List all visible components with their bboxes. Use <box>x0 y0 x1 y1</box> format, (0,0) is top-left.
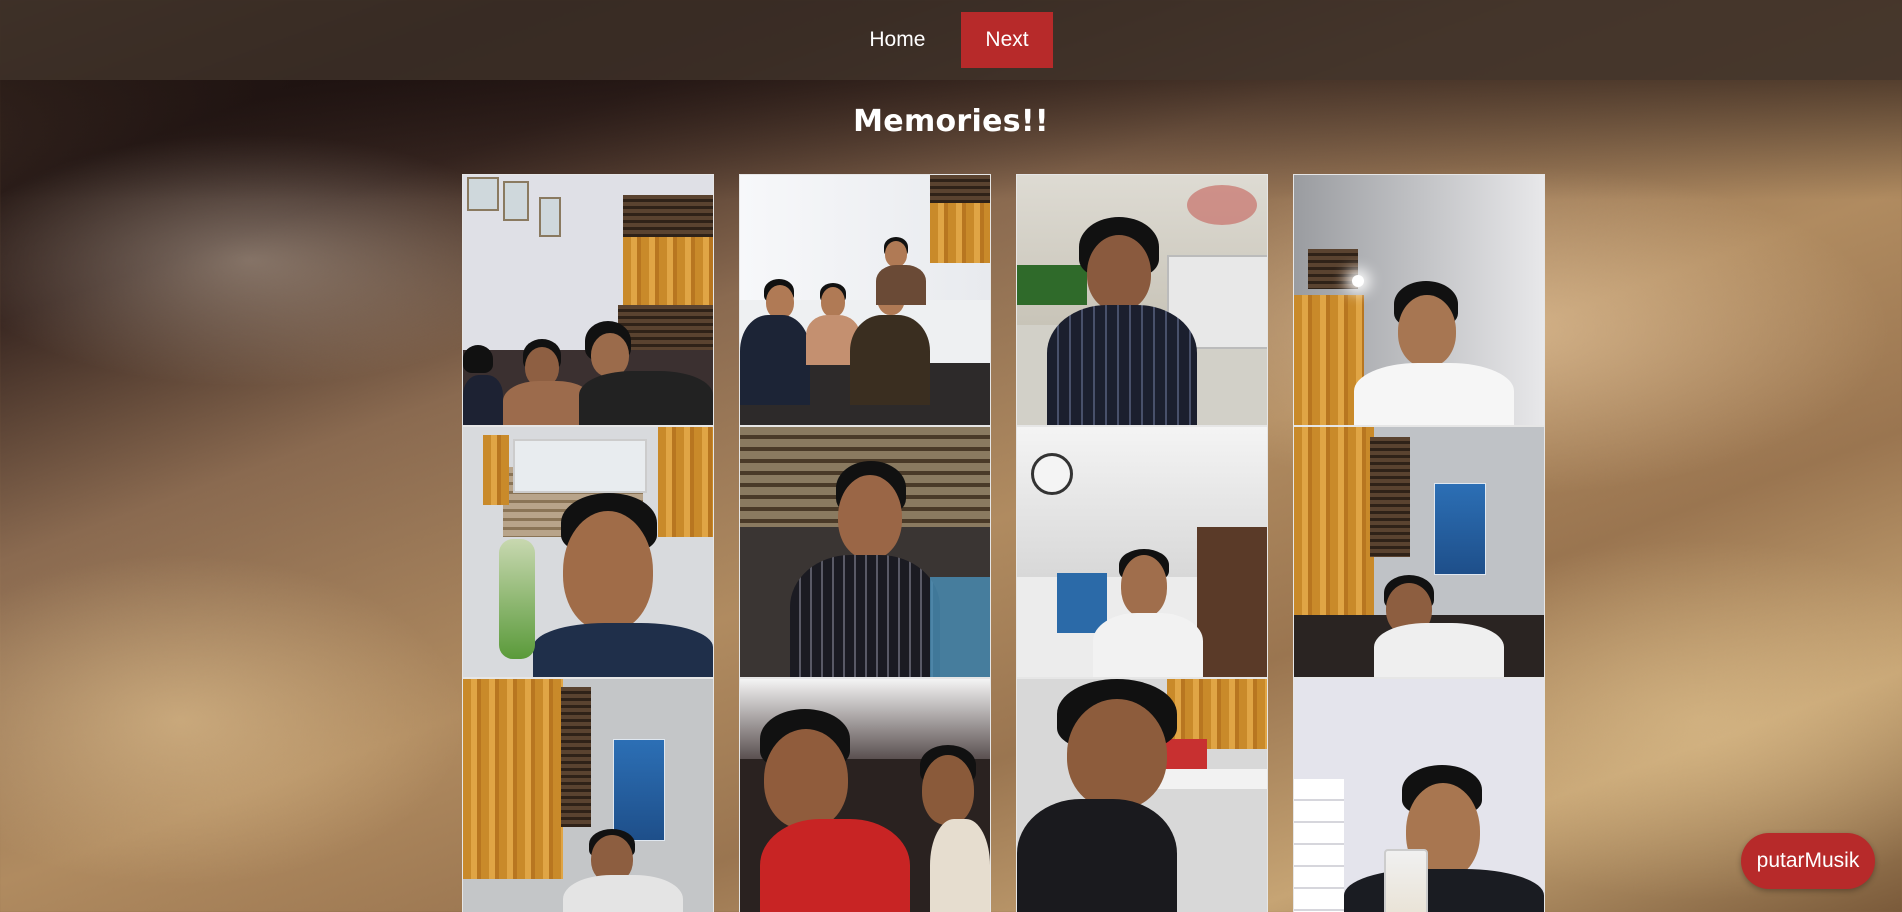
nav-home-link[interactable]: Home <box>849 12 945 68</box>
photo-gallery <box>462 174 1545 912</box>
gallery-photo[interactable] <box>1293 174 1545 426</box>
gallery-photo[interactable] <box>1016 426 1268 678</box>
gallery-photo[interactable] <box>1016 174 1268 426</box>
gallery-photo[interactable] <box>739 678 991 912</box>
top-navbar: Home Next <box>0 0 1902 80</box>
gallery-photo[interactable] <box>739 426 991 678</box>
gallery-photo[interactable] <box>462 174 714 426</box>
gallery-photo[interactable] <box>462 678 714 912</box>
play-music-button[interactable]: putarMusik <box>1741 833 1875 889</box>
gallery-photo[interactable] <box>1293 678 1545 912</box>
gallery-photo[interactable] <box>1293 426 1545 678</box>
nav-next-link[interactable]: Next <box>961 12 1053 68</box>
gallery-photo[interactable] <box>1016 678 1268 912</box>
page-title: Memories!! <box>853 104 1049 139</box>
gallery-photo[interactable] <box>462 426 714 678</box>
gallery-photo[interactable] <box>739 174 991 426</box>
